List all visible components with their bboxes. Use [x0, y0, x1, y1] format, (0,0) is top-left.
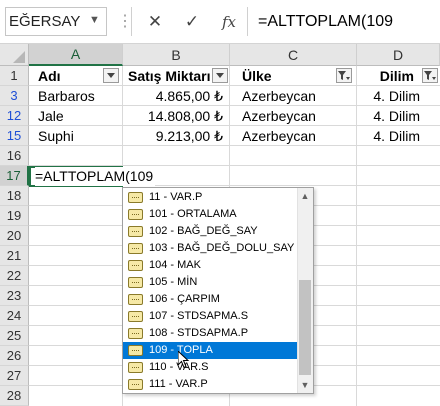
- row-header-1[interactable]: 1: [0, 66, 29, 86]
- cancel-button[interactable]: ✕: [140, 8, 170, 35]
- row-header-18[interactable]: 18: [0, 186, 29, 206]
- row-header-22[interactable]: 22: [0, 266, 29, 286]
- row-header-23[interactable]: 23: [0, 286, 29, 306]
- function-argument-icon: [128, 277, 143, 288]
- filter-active-icon[interactable]: [336, 68, 352, 83]
- autocomplete-item-selected[interactable]: 109 - TOPLA: [123, 342, 297, 359]
- row-header-28[interactable]: 28: [0, 386, 29, 406]
- cell-a17-edit[interactable]: =ALTTOPLAM(109: [35, 167, 156, 186]
- autocomplete-item[interactable]: 105 - MİN: [123, 274, 297, 291]
- autocomplete-item[interactable]: 101 - ORTALAMA: [123, 206, 297, 223]
- row-header-24[interactable]: 24: [0, 306, 29, 326]
- insert-function-button[interactable]: fx: [214, 8, 244, 35]
- function-argument-icon: [128, 379, 143, 390]
- cell-b1[interactable]: Satış Miktarı: [124, 66, 214, 86]
- cell-b3[interactable]: 4.865,00 ₺: [124, 86, 227, 106]
- autocomplete-item[interactable]: 106 - ÇARPIM: [123, 291, 297, 308]
- filter-dropdown-icon[interactable]: [103, 68, 119, 83]
- autocomplete-item[interactable]: 108 - STDSAPMA.P: [123, 325, 297, 342]
- row-header-15[interactable]: 15: [0, 126, 29, 146]
- cell-a1[interactable]: Adı: [34, 66, 104, 86]
- filter-active-icon[interactable]: [422, 68, 438, 83]
- cell-d15[interactable]: 4. Dilim: [358, 126, 424, 146]
- cell-b12[interactable]: 14.808,00 ₺: [124, 106, 227, 126]
- function-argument-icon: [128, 362, 143, 373]
- row-header-25[interactable]: 25: [0, 326, 29, 346]
- chevron-down-icon[interactable]: ▼: [89, 14, 100, 26]
- row-header-19[interactable]: 19: [0, 206, 29, 226]
- column-header-c[interactable]: C: [230, 44, 357, 66]
- name-box-value: EĞERSAY: [9, 13, 81, 30]
- function-argument-icon: [128, 294, 143, 305]
- cell-a15[interactable]: Suphi: [34, 126, 119, 146]
- function-argument-icon: [128, 260, 143, 271]
- row-header-26[interactable]: 26: [0, 346, 29, 366]
- cell-a3[interactable]: Barbaros: [34, 86, 119, 106]
- enter-button[interactable]: ✓: [177, 8, 207, 35]
- autocomplete-item[interactable]: 11 - VAR.P: [123, 189, 297, 206]
- autocomplete-item[interactable]: 104 - MAK: [123, 257, 297, 274]
- cell-b15[interactable]: 9.213,00 ₺: [124, 126, 227, 146]
- row-header-17[interactable]: 17: [0, 166, 29, 186]
- autocomplete-item[interactable]: 110 - VAR.S: [123, 359, 297, 376]
- gridline: [356, 66, 357, 406]
- cell-c12[interactable]: Azerbeycan: [238, 106, 353, 126]
- autocomplete-item[interactable]: 107 - STDSAPMA.S: [123, 308, 297, 325]
- scroll-up-icon[interactable]: ▲: [297, 188, 313, 204]
- divider: [247, 7, 248, 36]
- row-header-12[interactable]: 12: [0, 106, 29, 126]
- function-argument-icon: [128, 311, 143, 322]
- cell-c15[interactable]: Azerbeycan: [238, 126, 353, 146]
- row-header-20[interactable]: 20: [0, 226, 29, 246]
- autocomplete-item[interactable]: 111 - VAR.P: [123, 376, 297, 393]
- formula-input[interactable]: =ALTTOPLAM(109: [250, 7, 440, 36]
- function-argument-icon: [128, 328, 143, 339]
- autocomplete-item[interactable]: 103 - BAĞ_DEĞ_DOLU_SAY: [123, 240, 297, 257]
- select-all-icon: [13, 51, 25, 63]
- row-header-3[interactable]: 3: [0, 86, 29, 106]
- cell-d12[interactable]: 4. Dilim: [358, 106, 424, 126]
- function-argument-icon: [128, 345, 143, 356]
- row-header-21[interactable]: 21: [0, 246, 29, 266]
- cell-a12[interactable]: Jale: [34, 106, 119, 126]
- cell-d1[interactable]: Dilim: [358, 66, 418, 86]
- column-header-b[interactable]: B: [123, 44, 230, 66]
- function-argument-icon: [128, 226, 143, 237]
- scrollbar-thumb[interactable]: [299, 280, 311, 375]
- divider: [131, 7, 132, 36]
- cell-c3[interactable]: Azerbeycan: [238, 86, 353, 106]
- scroll-down-icon[interactable]: ▼: [297, 377, 313, 393]
- function-argument-icon: [128, 209, 143, 220]
- autocomplete-item[interactable]: 102 - BAĞ_DEĞ_SAY: [123, 223, 297, 240]
- more-options-icon[interactable]: ⋮: [117, 11, 133, 31]
- cell-d3[interactable]: 4. Dilim: [358, 86, 424, 106]
- column-header-a[interactable]: A: [29, 44, 123, 66]
- function-argument-icon: [128, 192, 143, 203]
- mouse-pointer-icon: [177, 349, 190, 374]
- cell-c1[interactable]: Ülke: [238, 66, 338, 86]
- function-argument-icon: [128, 243, 143, 254]
- column-header-d[interactable]: D: [357, 44, 440, 66]
- row-header-16[interactable]: 16: [0, 146, 29, 166]
- row-header-27[interactable]: 27: [0, 366, 29, 386]
- filter-dropdown-icon[interactable]: [212, 68, 228, 83]
